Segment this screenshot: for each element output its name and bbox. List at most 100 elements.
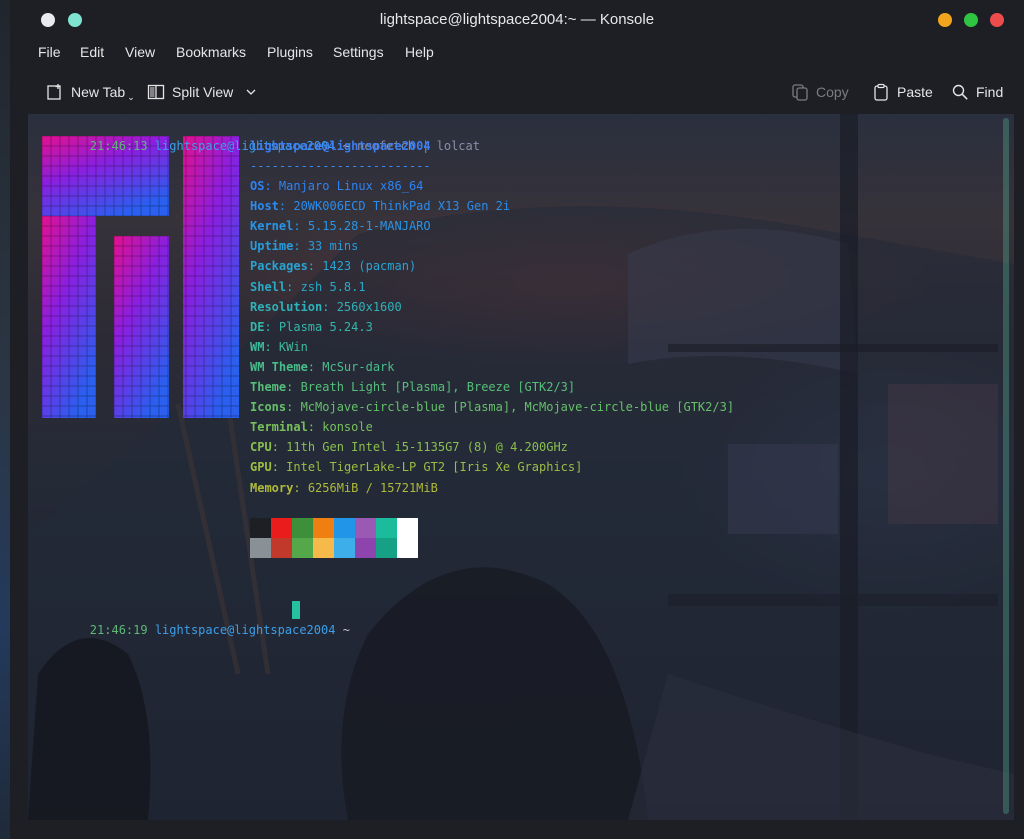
info-key: GPU [250,460,272,475]
menu-help[interactable]: Help [405,44,434,60]
info-separator: : [307,420,323,435]
menu-settings[interactable]: Settings [333,44,384,60]
color-swatch [250,538,271,558]
search-icon [952,84,968,100]
color-swatch [397,518,418,538]
color-swatch [397,538,418,558]
info-line: Icons: McMojave-circle-blue [Plasma], Mc… [250,397,734,417]
color-swatch [271,538,292,558]
prompt-dir: ~ [342,623,350,637]
info-key: Memory [250,480,294,495]
info-key: Resolution [250,299,323,314]
info-key: WM Theme [250,359,308,374]
window-bottom-edge [10,820,1024,839]
info-value: KWin [278,339,308,354]
menu-bar: File Edit View Bookmarks Plugins Setting… [10,40,1024,66]
info-value: 33 mins [307,239,359,254]
menu-bookmarks[interactable]: Bookmarks [176,44,246,60]
chevron-down-icon: ⌄ [127,91,135,102]
info-separator: : [286,400,301,415]
menu-view[interactable]: View [125,44,155,60]
copy-icon [792,84,808,101]
copy-button[interactable]: Copy [791,82,849,102]
info-value: zsh 5.8.1 [300,279,366,294]
info-value: 20WK006ECD ThinkPad X13 Gen 2i [293,199,511,214]
neofetch-header: lightspace@lightspace2004 [250,139,431,153]
terminal-view[interactable]: 21:46:13 lightspace@lightspace2004 ~ neo… [28,114,1014,820]
chevron-down-icon[interactable] [245,86,257,98]
split-view-icon [147,84,165,100]
info-value: McSur-dark [322,359,395,374]
color-swatch [355,538,376,558]
info-key: Packages [250,259,308,274]
split-view-button[interactable]: Split View [147,82,264,102]
terminal-scrollbar[interactable] [1003,118,1009,814]
menu-file[interactable]: File [38,44,61,60]
color-swatch [313,538,334,558]
info-separator: : [278,199,294,214]
manjaro-logo [42,136,239,418]
info-value: Breath Light [Plasma], Breeze [GTK2/3] [300,380,576,394]
prompt-user: lightspace@lightspace2004 [154,623,336,637]
info-line: Theme: Breath Light [Plasma], Breeze [GT… [250,377,575,397]
info-value: Plasma 5.24.3 [278,319,373,334]
new-tab-icon [47,84,61,100]
info-value: 5.15.28-1-MANJARO [307,219,431,234]
paste-icon [874,83,888,101]
info-value: 2560x1600 [336,299,402,314]
prompt-line-2: 21:46:19 lightspace@lightspace2004 ~ [32,600,357,660]
paste-button[interactable]: Paste [872,82,933,102]
info-key: Icons [250,400,287,415]
info-separator: : [293,239,308,254]
info-line: OS: Manjaro Linux x86_64 [250,176,423,196]
info-separator: : [286,279,301,294]
copy-label: Copy [816,84,849,100]
color-swatch [355,518,376,538]
menu-plugins[interactable]: Plugins [267,44,313,60]
info-line: WM Theme: McSur-dark [250,357,395,377]
info-value: 1423 (pacman) [322,259,417,274]
info-value: 6256MiB / 15721MiB [307,480,438,495]
info-line: Shell: zsh 5.8.1 [250,277,366,297]
new-tab-button[interactable]: New Tab ⌄ [46,82,135,102]
minimize-button[interactable] [938,13,952,27]
paste-label: Paste [897,84,933,100]
info-line: CPU: 11th Gen Intel i5-1135G7 (8) @ 4.20… [250,437,568,457]
close-button[interactable] [990,13,1004,27]
info-line: WM: KWin [250,337,308,357]
info-separator: : [264,339,279,354]
info-key: WM [250,339,265,354]
info-key: Host [250,199,279,214]
info-key: Kernel [250,219,294,234]
info-separator: : [264,319,279,334]
info-line: Uptime: 33 mins [250,236,358,256]
color-swatch [334,518,355,538]
info-line: Resolution: 2560x1600 [250,297,402,317]
konsole-window: lightspace@lightspace2004:~ — Konsole Fi… [10,0,1024,839]
info-separator: : [264,179,279,193]
color-swatch [376,538,397,558]
info-value: 11th Gen Intel i5-1135G7 (8) @ 4.200GHz [286,440,568,455]
info-line: DE: Plasma 5.24.3 [250,317,373,337]
info-line: Kernel: 5.15.28-1-MANJARO [250,216,431,236]
prompt-time: 21:46:13 [89,139,148,153]
info-line: Host: 20WK006ECD ThinkPad X13 Gen 2i [250,196,510,216]
info-line: Packages: 1423 (pacman) [250,256,416,276]
info-separator: : [307,359,323,374]
info-separator: : [286,380,301,394]
info-key: DE [250,319,265,334]
info-line: GPU: Intel TigerLake-LP GT2 [Iris Xe Gra… [250,457,582,477]
title-bar[interactable]: lightspace@lightspace2004:~ — Konsole [10,0,1024,40]
info-separator: : [293,480,308,495]
color-swatch [250,518,271,538]
info-key: OS [250,179,265,193]
info-value: Manjaro Linux x86_64 [278,179,424,193]
info-separator: : [271,440,287,455]
find-button[interactable]: Find [951,82,1003,102]
menu-edit[interactable]: Edit [80,44,104,60]
info-separator: : [271,460,287,475]
info-value: McMojave-circle-blue [Plasma], McMojave-… [300,400,735,415]
maximize-button[interactable] [964,13,978,27]
info-key: Theme [250,380,287,394]
color-swatch [292,538,313,558]
